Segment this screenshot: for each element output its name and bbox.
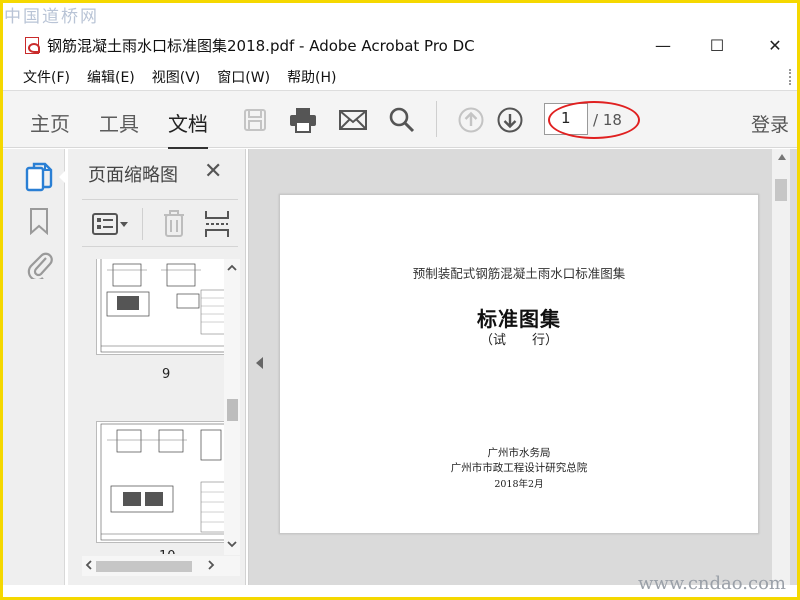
doc-scrollbar-thumb[interactable] (775, 179, 787, 201)
menu-bar: 文件(F) 编辑(E) 视图(V) 窗口(W) 帮助(H) (3, 64, 797, 90)
doc-trial: （试 行） (479, 333, 558, 348)
title-bar: 钢筋混凝土雨水口标准图集2018.pdf - Adobe Acrobat Pro… (3, 28, 797, 64)
thumbnail-scrollbar[interactable] (224, 259, 240, 555)
rail-pointer (59, 168, 68, 186)
pdf-page[interactable]: 预制装配式钢筋混凝土雨水口标准图集 标准图集 （试 行） 广州市水务局 广州市市… (279, 194, 759, 534)
menu-view[interactable]: 视图(V) (152, 67, 201, 87)
login-link[interactable]: 登录 (751, 110, 789, 137)
scroll-left-icon[interactable] (84, 559, 94, 574)
doc-org-water-bureau: 广州市水务局 (487, 447, 551, 459)
minimize-button[interactable]: — (643, 32, 683, 58)
thumbnail-list: 9 10 (82, 259, 232, 554)
bookmark-icon[interactable] (29, 207, 59, 239)
panel-close-icon[interactable]: ✕ (204, 159, 222, 184)
panel-tools-separator (142, 208, 143, 240)
pdf-file-icon (25, 37, 40, 54)
trash-icon[interactable] (162, 210, 186, 238)
tab-home[interactable]: 主页 (30, 108, 70, 137)
menu-window[interactable]: 窗口(W) (217, 67, 270, 87)
thumbnail-label-10: 10 (159, 549, 176, 554)
scroll-right-icon[interactable] (206, 559, 216, 574)
watermark-top: 中国道桥网 (4, 7, 99, 27)
hscrollbar-thumb[interactable] (96, 561, 192, 572)
menu-help[interactable]: 帮助(H) (287, 67, 336, 87)
search-icon[interactable] (388, 106, 416, 134)
doc-scroll-up-icon[interactable] (777, 153, 787, 164)
scroll-up-icon[interactable] (226, 263, 238, 275)
document-scrollbar[interactable] (772, 149, 790, 585)
thumbnail-options-icon[interactable] (92, 210, 130, 238)
toolbar-separator (436, 101, 437, 137)
save-icon[interactable] (241, 106, 269, 134)
doc-subtitle: 预制装配式钢筋混凝土雨水口标准图集 (412, 266, 626, 281)
thumbnails-panel: 页面缩略图 ✕ 9 (68, 149, 246, 585)
scroll-down-icon[interactable] (226, 539, 238, 551)
document-view: 预制装配式钢筋混凝土雨水口标准图集 标准图集 （试 行） 广州市水务局 广州市市… (248, 149, 797, 585)
scrollbar-thumb[interactable] (227, 399, 238, 421)
highlight-ellipse (548, 101, 640, 139)
doc-date: 2018年2月 (494, 479, 544, 490)
menu-edit[interactable]: 编辑(E) (87, 67, 135, 87)
window-title: 钢筋混凝土雨水口标准图集2018.pdf - Adobe Acrobat Pro… (47, 37, 475, 55)
insert-page-icon[interactable] (204, 210, 230, 238)
attachment-icon[interactable] (27, 249, 57, 282)
page-thumbnails-icon[interactable] (25, 161, 55, 193)
watermark-bottom: www.cndao.com (638, 573, 786, 594)
navigation-rail (3, 149, 65, 585)
menu-file[interactable]: 文件(F) (23, 67, 70, 87)
toolbar: 主页 工具 文档 1 / 18 登录 (3, 90, 797, 150)
thumbnail-page-9[interactable] (96, 259, 232, 355)
tab-tools[interactable]: 工具 (99, 108, 139, 137)
page-up-icon[interactable] (457, 106, 485, 134)
collapse-panel-icon[interactable] (256, 357, 263, 369)
thumbnail-label-9: 9 (162, 367, 171, 382)
tab-document[interactable]: 文档 (168, 108, 208, 150)
panel-title: 页面缩略图 (88, 165, 178, 186)
email-icon[interactable] (339, 106, 367, 134)
maximize-button[interactable]: ☐ (697, 32, 737, 58)
panel-toolbar (82, 199, 238, 247)
menu-grip (789, 69, 791, 85)
thumbnail-hscrollbar[interactable] (82, 556, 240, 576)
print-icon[interactable] (289, 106, 317, 134)
doc-org-design-institute: 广州市市政工程设计研究总院 (450, 462, 588, 474)
thumbnail-page-10[interactable] (96, 421, 232, 543)
doc-title: 标准图集 (477, 307, 561, 331)
close-window-button[interactable]: ✕ (755, 32, 795, 58)
page-down-icon[interactable] (496, 106, 524, 134)
